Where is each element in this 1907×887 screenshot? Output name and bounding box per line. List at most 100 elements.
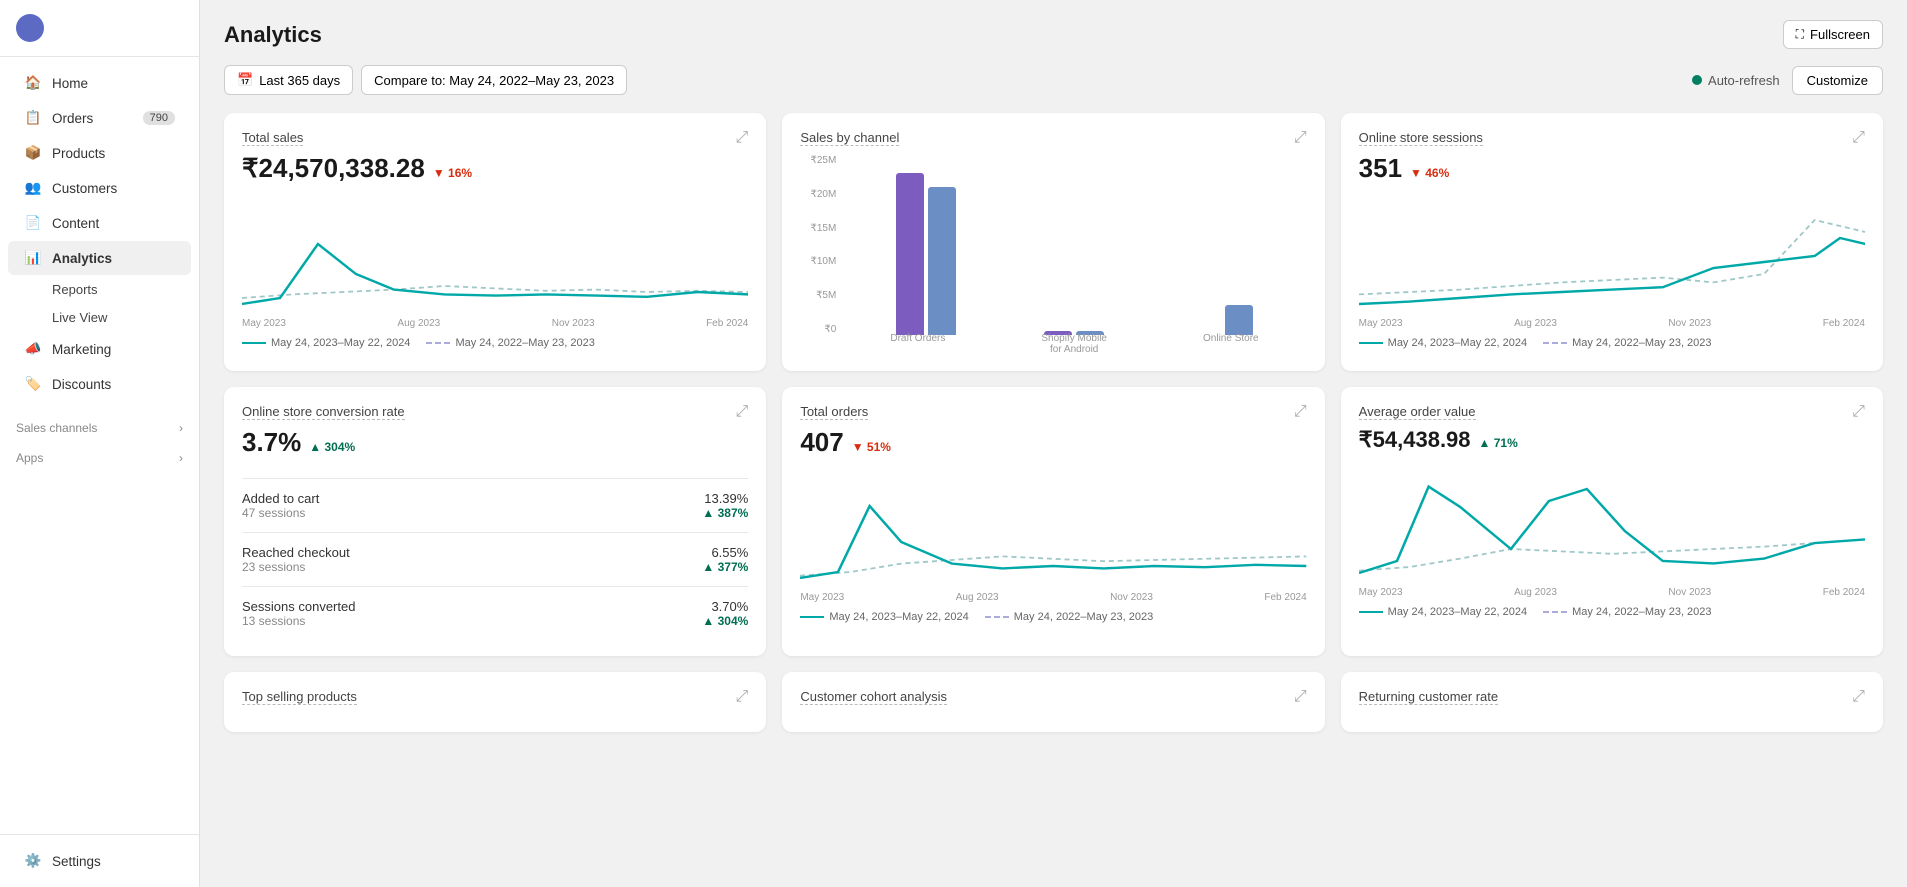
conv-row-checkout: Reached checkout 23 sessions 6.55% ▲ 377… bbox=[242, 532, 748, 586]
returning-customer-card: Returning customer rate ⤢ bbox=[1341, 672, 1883, 732]
conv-cart-info: Added to cart 47 sessions bbox=[242, 491, 319, 520]
date-range-button[interactable]: 📅 Last 365 days bbox=[224, 65, 353, 95]
ts-x2: Aug 2023 bbox=[397, 318, 440, 329]
returning-export-icon[interactable]: ⤢ bbox=[1852, 688, 1865, 706]
conv-converted-sub: 13 sessions bbox=[242, 614, 355, 628]
total-orders-export-icon[interactable]: ⤢ bbox=[1294, 403, 1307, 421]
compare-button[interactable]: Compare to: May 24, 2022–May 23, 2023 bbox=[361, 65, 627, 95]
total-orders-legend: May 24, 2023–May 22, 2024 May 24, 2022–M… bbox=[800, 611, 1306, 623]
sidebar-item-customers[interactable]: 👥 Customers bbox=[8, 171, 191, 205]
sessions-legend: May 24, 2023–May 22, 2024 May 24, 2022–M… bbox=[1359, 337, 1865, 349]
auto-refresh-toggle[interactable]: Auto-refresh bbox=[1692, 73, 1780, 88]
cohort-export-icon[interactable]: ⤢ bbox=[1294, 688, 1307, 706]
sidebar-item-discounts[interactable]: 🏷️ Discounts bbox=[8, 367, 191, 401]
cohort-header: Customer cohort analysis ⤢ bbox=[800, 688, 1306, 706]
customize-label: Customize bbox=[1807, 73, 1868, 88]
total-orders-value: 407 bbox=[800, 427, 843, 458]
sidebar-label-home: Home bbox=[52, 76, 88, 91]
fullscreen-button[interactable]: ⛶ Fullscreen bbox=[1783, 20, 1883, 49]
sales-channels-label: Sales channels bbox=[16, 421, 97, 435]
conv-checkout-info: Reached checkout 23 sessions bbox=[242, 545, 350, 574]
sessions-legend-label-prev: May 24, 2022–May 23, 2023 bbox=[1572, 337, 1711, 349]
filter-left: 📅 Last 365 days Compare to: May 24, 2022… bbox=[224, 65, 627, 95]
total-orders-badge: ▼ 51% bbox=[852, 440, 891, 454]
conversion-badge: ▲ 304% bbox=[309, 440, 355, 454]
fullscreen-icon: ⛶ bbox=[1796, 27, 1804, 42]
sidebar-item-settings[interactable]: ⚙️ Settings bbox=[8, 844, 191, 878]
sidebar-item-content[interactable]: 📄 Content bbox=[8, 206, 191, 240]
conversion-value: 3.7% bbox=[242, 427, 301, 458]
avg-line-solid bbox=[1359, 611, 1383, 613]
discounts-icon: 🏷️ bbox=[24, 375, 42, 393]
top-selling-export-icon[interactable]: ⤢ bbox=[736, 688, 749, 706]
conv-cart-change: ▲ 387% bbox=[702, 506, 748, 520]
date-range-label: Last 365 days bbox=[259, 73, 340, 88]
conv-cart-values: 13.39% ▲ 387% bbox=[702, 491, 748, 520]
total-sales-value: ₹24,570,338.28 bbox=[242, 153, 425, 184]
total-orders-card: Total orders ⤢ 407 ▼ 51% May 2023 Aug 20… bbox=[782, 387, 1324, 656]
avg-legend-label-prev: May 24, 2022–May 23, 2023 bbox=[1572, 606, 1711, 618]
sidebar-item-reports[interactable]: Reports bbox=[8, 276, 191, 303]
cards-grid-row3: Top selling products ⤢ Customer cohort a… bbox=[224, 672, 1883, 732]
sidebar-label-reports: Reports bbox=[52, 282, 98, 297]
filter-right: Auto-refresh Customize bbox=[1692, 66, 1883, 95]
conv-checkout-pct: 6.55% bbox=[702, 545, 748, 560]
sidebar-item-live-view[interactable]: Live View bbox=[8, 304, 191, 331]
customer-cohort-card: Customer cohort analysis ⤢ bbox=[782, 672, 1324, 732]
auto-refresh-label: Auto-refresh bbox=[1708, 73, 1780, 88]
sidebar-nav: 🏠 Home 📋 Orders 790 📦 Products 👥 Custome… bbox=[0, 57, 199, 834]
bar-draft-orders bbox=[896, 173, 956, 335]
avg-line-dashed bbox=[1543, 611, 1567, 613]
settings-icon: ⚙️ bbox=[24, 852, 42, 870]
conv-converted-pct: 3.70% bbox=[702, 599, 748, 614]
marketing-icon: 📣 bbox=[24, 340, 42, 358]
sessions-legend-current: May 24, 2023–May 22, 2024 bbox=[1359, 337, 1527, 349]
sidebar-item-analytics[interactable]: 📊 Analytics bbox=[8, 241, 191, 275]
avg-order-export-icon[interactable]: ⤢ bbox=[1852, 403, 1865, 421]
analytics-icon: 📊 bbox=[24, 249, 42, 267]
sidebar-label-products: Products bbox=[52, 146, 105, 161]
channel-x-labels: Draft Orders Shopify Mobilefor Android O… bbox=[842, 333, 1306, 355]
toggle-indicator bbox=[1692, 75, 1702, 85]
bar-online-prev bbox=[1225, 305, 1253, 335]
sessions-line-dashed bbox=[1543, 342, 1567, 344]
conversion-export-icon[interactable]: ⤢ bbox=[736, 403, 749, 421]
conv-checkout-change: ▲ 377% bbox=[702, 560, 748, 574]
conv-cart-label: Added to cart bbox=[242, 491, 319, 506]
customers-icon: 👥 bbox=[24, 179, 42, 197]
legend-current: May 24, 2023–May 22, 2024 bbox=[242, 337, 410, 349]
conv-checkout-values: 6.55% ▲ 377% bbox=[702, 545, 748, 574]
conversion-header: Online store conversion rate ⤢ bbox=[242, 403, 748, 421]
legend-line-dashed bbox=[426, 342, 450, 344]
customize-button[interactable]: Customize bbox=[1792, 66, 1883, 95]
conv-converted-label: Sessions converted bbox=[242, 599, 355, 614]
orders-legend-label-current: May 24, 2023–May 22, 2024 bbox=[829, 611, 968, 623]
avg-legend-current: May 24, 2023–May 22, 2024 bbox=[1359, 606, 1527, 618]
total-orders-header: Total orders ⤢ bbox=[800, 403, 1306, 421]
apps-section[interactable]: Apps › bbox=[0, 443, 199, 469]
sidebar-item-orders[interactable]: 📋 Orders 790 bbox=[8, 101, 191, 135]
sidebar-item-products[interactable]: 📦 Products bbox=[8, 136, 191, 170]
total-sales-chart bbox=[242, 196, 748, 316]
products-icon: 📦 bbox=[24, 144, 42, 162]
sessions-export-icon[interactable]: ⤢ bbox=[1852, 129, 1865, 147]
top-selling-header: Top selling products ⤢ bbox=[242, 688, 748, 706]
orders-badge: 790 bbox=[143, 111, 175, 125]
legend-line-solid bbox=[242, 342, 266, 344]
conv-row-converted: Sessions converted 13 sessions 3.70% ▲ 3… bbox=[242, 586, 748, 640]
sessions-legend-prev: May 24, 2022–May 23, 2023 bbox=[1543, 337, 1711, 349]
sessions-badge: ▼ 46% bbox=[1410, 166, 1449, 180]
sidebar-item-home[interactable]: 🏠 Home bbox=[8, 66, 191, 100]
sessions-line-solid bbox=[1359, 342, 1383, 344]
avg-legend-prev: May 24, 2022–May 23, 2023 bbox=[1543, 606, 1711, 618]
avg-order-value: ₹54,438.98 bbox=[1359, 427, 1471, 453]
sidebar-label-content: Content bbox=[52, 216, 99, 231]
sidebar-label-analytics: Analytics bbox=[52, 251, 112, 266]
sales-channel-export-icon[interactable]: ⤢ bbox=[1294, 129, 1307, 147]
page-title: Analytics bbox=[224, 22, 322, 48]
sidebar-item-marketing[interactable]: 📣 Marketing bbox=[8, 332, 191, 366]
total-sales-export-icon[interactable]: ⤢ bbox=[736, 129, 749, 147]
sales-by-channel-header: Sales by channel ⤢ bbox=[800, 129, 1306, 147]
fullscreen-label: Fullscreen bbox=[1810, 27, 1870, 42]
sales-channels-section[interactable]: Sales channels › bbox=[0, 413, 199, 439]
